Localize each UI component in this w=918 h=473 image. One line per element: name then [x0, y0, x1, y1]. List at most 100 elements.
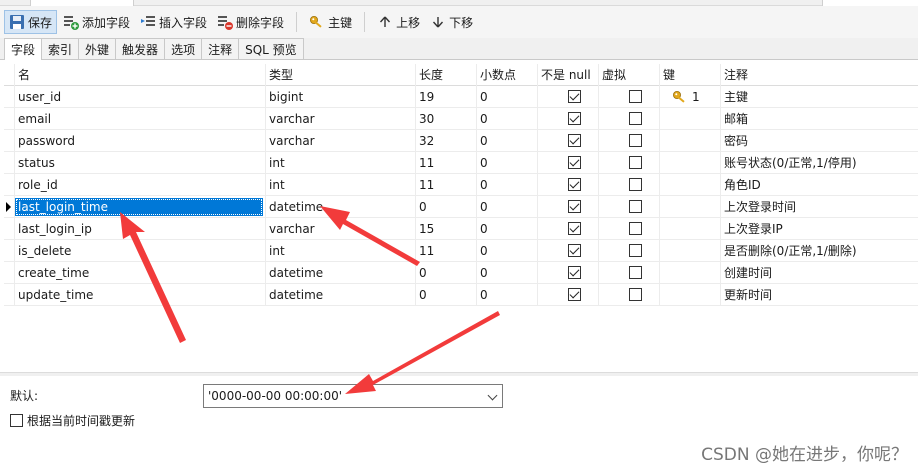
field-name-cell[interactable]: last_login_time: [14, 196, 265, 218]
field-decimals-cell[interactable]: 0: [476, 130, 537, 152]
insert-field-button[interactable]: 插入字段: [136, 10, 211, 34]
column-header-name[interactable]: 名: [14, 64, 265, 86]
table-row[interactable]: update_time datetime 0 0 更新时间: [4, 284, 918, 306]
field-decimals-cell[interactable]: 0: [476, 262, 537, 284]
virtual-checkbox[interactable]: [629, 90, 642, 103]
column-header-type[interactable]: 类型: [265, 64, 415, 86]
not-null-checkbox[interactable]: [568, 156, 581, 169]
save-button[interactable]: 保存: [4, 10, 58, 34]
row-indicator[interactable]: [4, 218, 14, 240]
default-value-combobox[interactable]: '0000-00-00 00:00:00': [203, 384, 503, 408]
virtual-checkbox[interactable]: [629, 200, 642, 213]
field-comment-cell[interactable]: 是否删除(0/正常,1/删除): [720, 240, 918, 262]
virtual-checkbox[interactable]: [629, 156, 642, 169]
table-row[interactable]: user_id bigint 19 0 1 主键: [4, 86, 918, 108]
field-decimals-cell[interactable]: 0: [476, 152, 537, 174]
row-indicator[interactable]: [4, 152, 14, 174]
table-row[interactable]: create_time datetime 0 0 创建时间: [4, 262, 918, 284]
field-comment-cell[interactable]: 上次登录IP: [720, 218, 918, 240]
move-down-button[interactable]: 下移: [426, 10, 477, 34]
update-on-timestamp-option[interactable]: 根据当前时间戳更新: [10, 412, 135, 429]
field-comment-cell[interactable]: 账号状态(0/正常,1/停用): [720, 152, 918, 174]
field-length-cell[interactable]: 11: [415, 152, 476, 174]
delete-field-button[interactable]: 删除字段: [213, 10, 288, 34]
field-name-cell[interactable]: last_login_ip: [14, 218, 265, 240]
row-indicator[interactable]: [4, 240, 14, 262]
table-row[interactable]: role_id int 11 0 角色ID: [4, 174, 918, 196]
key-cell[interactable]: [659, 284, 720, 306]
move-up-button[interactable]: 上移: [373, 10, 424, 34]
field-type-cell[interactable]: int: [265, 152, 415, 174]
field-comment-cell[interactable]: 更新时间: [720, 284, 918, 306]
field-name-cell[interactable]: password: [14, 130, 265, 152]
not-null-checkbox[interactable]: [568, 200, 581, 213]
virtual-checkbox[interactable]: [629, 112, 642, 125]
column-header-decimals[interactable]: 小数点: [476, 64, 537, 86]
field-length-cell[interactable]: 11: [415, 240, 476, 262]
key-cell[interactable]: [659, 218, 720, 240]
field-decimals-cell[interactable]: 0: [476, 108, 537, 130]
field-length-cell[interactable]: 11: [415, 174, 476, 196]
key-cell[interactable]: [659, 130, 720, 152]
field-comment-cell[interactable]: 密码: [720, 130, 918, 152]
key-cell[interactable]: [659, 174, 720, 196]
field-decimals-cell[interactable]: 0: [476, 86, 537, 108]
update-on-timestamp-checkbox[interactable]: [10, 414, 23, 427]
field-decimals-cell[interactable]: 0: [476, 240, 537, 262]
field-type-cell[interactable]: int: [265, 174, 415, 196]
field-comment-cell[interactable]: 邮箱: [720, 108, 918, 130]
key-cell[interactable]: [659, 152, 720, 174]
field-decimals-cell[interactable]: 0: [476, 284, 537, 306]
column-header-comment[interactable]: 注释: [720, 64, 918, 86]
field-name-cell[interactable]: status: [14, 152, 265, 174]
tab-comment[interactable]: 注释: [201, 38, 240, 59]
column-header-length[interactable]: 长度: [415, 64, 476, 86]
not-null-checkbox[interactable]: [568, 112, 581, 125]
panel-splitter[interactable]: [0, 372, 918, 376]
field-name-cell[interactable]: is_delete: [14, 240, 265, 262]
not-null-checkbox[interactable]: [568, 90, 581, 103]
table-row[interactable]: last_login_ip varchar 15 0 上次登录IP: [4, 218, 918, 240]
field-decimals-cell[interactable]: 0: [476, 218, 537, 240]
virtual-checkbox[interactable]: [629, 266, 642, 279]
field-length-cell[interactable]: 32: [415, 130, 476, 152]
key-cell[interactable]: [659, 196, 720, 218]
field-type-cell[interactable]: datetime: [265, 284, 415, 306]
field-length-cell[interactable]: 0: [415, 284, 476, 306]
field-decimals-cell[interactable]: 0: [476, 174, 537, 196]
table-row[interactable]: email varchar 30 0 邮箱: [4, 108, 918, 130]
selected-field-name[interactable]: last_login_time: [15, 198, 263, 216]
table-row[interactable]: last_login_time datetime 0 0 上次登录时间: [4, 196, 918, 218]
key-cell[interactable]: [659, 240, 720, 262]
field-length-cell[interactable]: 15: [415, 218, 476, 240]
not-null-checkbox[interactable]: [568, 266, 581, 279]
field-length-cell[interactable]: 19: [415, 86, 476, 108]
field-type-cell[interactable]: datetime: [265, 262, 415, 284]
row-indicator[interactable]: [4, 130, 14, 152]
tab-sql-preview[interactable]: SQL 预览: [238, 38, 304, 59]
field-length-cell[interactable]: 0: [415, 262, 476, 284]
tab-indexes[interactable]: 索引: [41, 38, 80, 59]
tab-foreign-keys[interactable]: 外键: [78, 38, 117, 59]
table-row[interactable]: is_delete int 11 0 是否删除(0/正常,1/删除): [4, 240, 918, 262]
field-name-cell[interactable]: role_id: [14, 174, 265, 196]
key-cell[interactable]: [659, 108, 720, 130]
column-header-virtual[interactable]: 虚拟: [598, 64, 659, 86]
row-indicator[interactable]: [4, 284, 14, 306]
field-type-cell[interactable]: datetime: [265, 196, 415, 218]
field-comment-cell[interactable]: 主键: [720, 86, 918, 108]
field-comment-cell[interactable]: 上次登录时间: [720, 196, 918, 218]
chevron-down-icon[interactable]: [487, 390, 498, 401]
not-null-checkbox[interactable]: [568, 178, 581, 191]
virtual-checkbox[interactable]: [629, 288, 642, 301]
field-length-cell[interactable]: 30: [415, 108, 476, 130]
tab-options[interactable]: 选项: [164, 38, 203, 59]
field-name-cell[interactable]: user_id: [14, 86, 265, 108]
field-type-cell[interactable]: bigint: [265, 86, 415, 108]
column-header-key[interactable]: 键: [659, 64, 720, 86]
virtual-checkbox[interactable]: [629, 178, 642, 191]
not-null-checkbox[interactable]: [568, 244, 581, 257]
virtual-checkbox[interactable]: [629, 244, 642, 257]
field-name-cell[interactable]: create_time: [14, 262, 265, 284]
key-cell[interactable]: [659, 262, 720, 284]
